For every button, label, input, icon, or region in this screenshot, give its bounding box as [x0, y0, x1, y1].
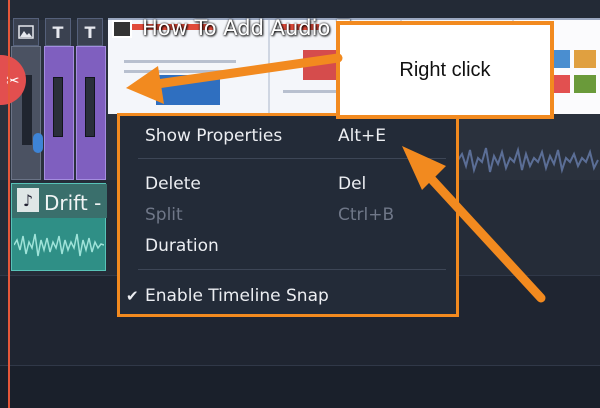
- volume-handle[interactable]: [33, 133, 43, 153]
- text-icon[interactable]: T: [77, 18, 103, 46]
- menu-item-show-properties[interactable]: Show Properties: [145, 126, 282, 146]
- shortcut-delete: Del: [338, 174, 367, 194]
- menu-item-delete[interactable]: Delete: [145, 174, 201, 194]
- menu-item-duration[interactable]: Duration: [145, 236, 219, 256]
- checkmark-icon: ✔: [126, 287, 139, 305]
- empty-track-bottom: [0, 365, 600, 408]
- clip-handle[interactable]: [85, 77, 95, 137]
- callout-text: Right click: [399, 58, 491, 81]
- callout-box: Right click: [336, 21, 554, 119]
- audio-clip-title: Drift -: [44, 191, 102, 215]
- image-icon[interactable]: [13, 18, 39, 46]
- film-icon: [112, 20, 132, 38]
- audio-clip[interactable]: ♪ Drift -: [11, 183, 107, 271]
- text-icon[interactable]: T: [45, 18, 71, 46]
- menu-item-split: Split: [145, 205, 183, 225]
- clip-handle[interactable]: [53, 77, 63, 137]
- shortcut-show-properties: Alt+E: [338, 126, 387, 146]
- menu-separator: [138, 158, 446, 159]
- video-clip-title: How To Add Audio T: [142, 16, 350, 40]
- music-note-icon: ♪: [17, 188, 39, 212]
- context-menu: Show Properties Alt+E Delete Del Split C…: [117, 113, 459, 317]
- audio-waveform: [14, 233, 104, 257]
- text-clip[interactable]: [76, 46, 106, 180]
- menu-item-enable-timeline-snap[interactable]: Enable Timeline Snap: [145, 286, 329, 306]
- audio-waveform: [458, 146, 599, 174]
- playhead[interactable]: [8, 0, 10, 408]
- menu-separator: [138, 269, 446, 270]
- shortcut-split: Ctrl+B: [338, 205, 395, 225]
- text-clip[interactable]: [44, 46, 74, 180]
